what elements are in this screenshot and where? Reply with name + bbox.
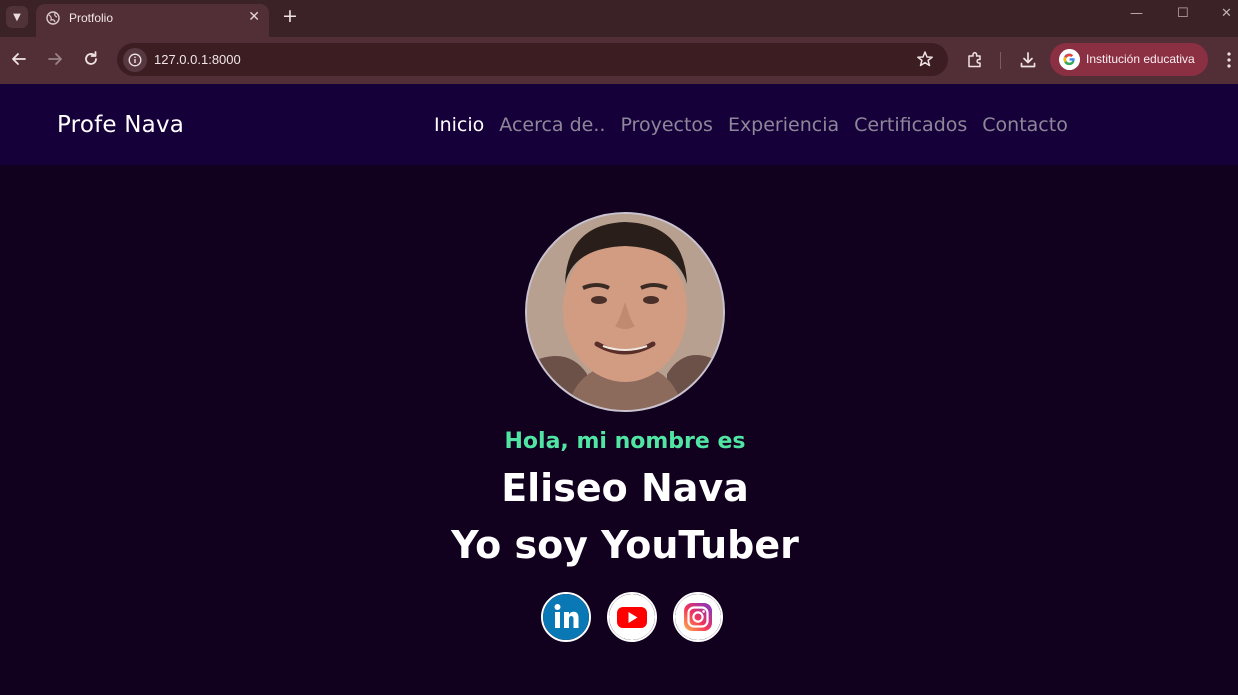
close-tab-icon[interactable]: ✕ xyxy=(248,9,260,25)
globe-icon xyxy=(46,11,60,25)
nav-link-certificados[interactable]: Certificados xyxy=(854,114,967,136)
greeting-text: Hola, mi nombre es xyxy=(504,429,746,454)
forward-icon[interactable] xyxy=(45,49,65,69)
close-window-button[interactable]: ✕ xyxy=(1221,6,1232,21)
address-bar[interactable]: 127.0.0.1:8000 xyxy=(117,43,948,76)
browser-tab[interactable]: Protfolio ✕ xyxy=(36,4,269,37)
maximize-button[interactable]: ☐ xyxy=(1177,6,1189,21)
profile-photo xyxy=(525,212,725,412)
extensions-icon[interactable] xyxy=(965,50,985,70)
reload-icon[interactable] xyxy=(81,49,101,69)
instagram-link[interactable] xyxy=(673,592,723,642)
google-icon xyxy=(1059,49,1080,70)
youtube-link[interactable] xyxy=(607,592,657,642)
hero-name: Eliseo Nava xyxy=(501,466,749,510)
new-tab-button[interactable]: + xyxy=(280,6,300,26)
profile-label: Institución educativa xyxy=(1086,52,1195,66)
nav-link-acerca[interactable]: Acerca de.. xyxy=(499,114,605,136)
site-navbar: Profe Nava Inicio Acerca de.. Proyectos … xyxy=(0,84,1238,165)
url-text: 127.0.0.1:8000 xyxy=(154,52,241,67)
social-links xyxy=(541,592,723,642)
nav-link-contacto[interactable]: Contacto xyxy=(982,114,1068,136)
hero-role: Yo soy YouTuber xyxy=(451,523,799,567)
linkedin-link[interactable] xyxy=(541,592,591,642)
brand-logo-link[interactable]: Profe Nava xyxy=(57,112,184,138)
download-icon[interactable] xyxy=(1018,50,1038,70)
browser-tab-bar: ▼ Protfolio ✕ + — ☐ ✕ xyxy=(0,0,1238,37)
browser-toolbar: 127.0.0.1:8000 Institución educativa xyxy=(0,37,1238,84)
nav-link-experiencia[interactable]: Experiencia xyxy=(728,114,839,136)
site-info-icon[interactable] xyxy=(123,48,147,72)
instagram-icon xyxy=(675,594,721,640)
toolbar-divider xyxy=(1000,52,1001,69)
nav-links: Inicio Acerca de.. Proyectos Experiencia… xyxy=(434,114,1068,136)
bookmark-star-icon[interactable] xyxy=(916,50,934,68)
nav-link-proyectos[interactable]: Proyectos xyxy=(620,114,713,136)
more-menu-icon[interactable] xyxy=(1224,50,1234,70)
youtube-icon xyxy=(609,594,655,640)
minimize-button[interactable]: — xyxy=(1130,6,1143,21)
profile-button[interactable]: Institución educativa xyxy=(1050,43,1208,76)
tab-title: Protfolio xyxy=(69,11,114,25)
tab-search-button[interactable]: ▼ xyxy=(6,6,28,28)
linkedin-icon xyxy=(543,594,589,640)
back-icon[interactable] xyxy=(9,49,29,69)
nav-link-inicio[interactable]: Inicio xyxy=(434,114,484,136)
